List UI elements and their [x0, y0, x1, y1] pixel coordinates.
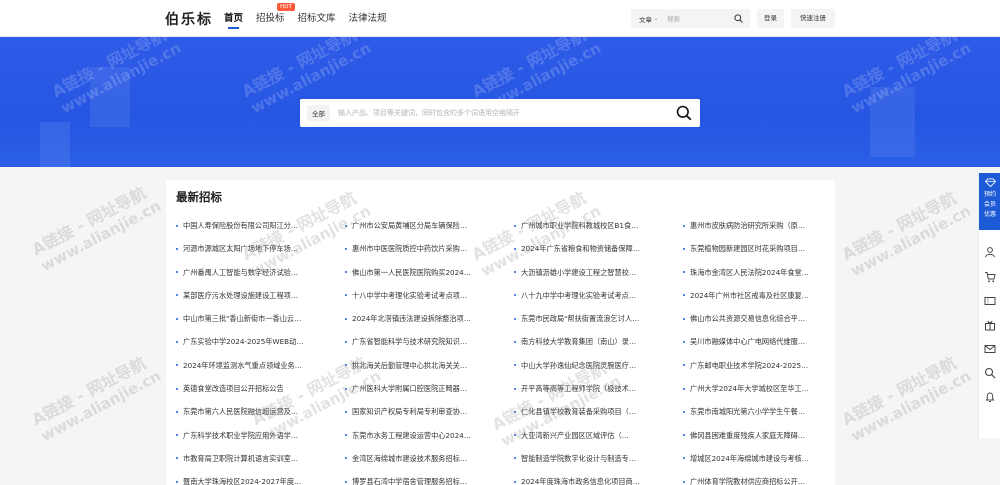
hero-banner: A链接 - 网址导航 www.alianjie.cn A链接 - 网址导航 www.…	[0, 37, 1000, 167]
bid-list-item[interactable]: 广东省智能科学与技术研究院知识…	[343, 330, 512, 353]
search-type-label: 文章	[639, 15, 652, 24]
bid-list-item[interactable]: 佛山市第一人民医院医院购买2024…	[343, 261, 512, 284]
bid-list-item[interactable]: 东莞市南城阳光第六小学学生午餐…	[681, 400, 834, 423]
nav-bidding-label: 招投标	[256, 13, 285, 24]
watermark: A链接 - 网址导航 www.alianjie.cn	[28, 353, 164, 446]
bid-list-item[interactable]: 广东邮电职业技术学院2024-2025…	[681, 354, 834, 377]
bid-list-item[interactable]: 佛山市公共资源交易信息化综合平…	[681, 307, 834, 330]
hero-decoration	[40, 122, 70, 167]
bid-list: 中国人寿保险股份有限公司阳江分… 广州市公安局黄埔区分局车辆保险… 广州城市职业学院…	[174, 214, 834, 485]
bid-list-item[interactable]: 博罗县石湾中学宿舍管理服务招标…	[343, 470, 512, 485]
vip-button[interactable]: 预约 会员 优惠	[979, 173, 1000, 230]
bid-list-item[interactable]: 开平高等高等工程师学院（极技术…	[512, 377, 681, 400]
bid-list-item[interactable]: 暨南大学珠海校区2024-2027年度…	[174, 470, 343, 485]
bid-list-item[interactable]: 十八中学中考理化实验考试考点项…	[343, 284, 512, 307]
hero-search-input[interactable]	[338, 109, 658, 117]
login-button[interactable]: 登录	[757, 9, 784, 28]
bid-list-item[interactable]: 八十九中学中考理化实验考试考点…	[512, 284, 681, 307]
watermark: A链接 - 网址导航 www.alianjie.cn	[838, 188, 974, 281]
bid-list-item[interactable]: 珠海市金湾区人民法院2024年食堂…	[681, 261, 834, 284]
vip-line: 会员	[983, 201, 996, 208]
header-search-input[interactable]	[667, 14, 727, 23]
bid-list-item[interactable]: 2024年北滘镇违法建设拆除整治项…	[343, 307, 512, 330]
bid-list-item[interactable]: 广州大学2024年大学城校区至华工…	[681, 377, 834, 400]
bid-list-item[interactable]: 广州医科大学附属口腔医院正畸器…	[343, 377, 512, 400]
section-title: 最新招标	[176, 190, 222, 204]
nav-laws[interactable]: 法律法规	[349, 0, 387, 37]
user-icon[interactable]	[984, 246, 996, 258]
header-search: 文章 ⌄	[631, 9, 750, 28]
bid-list-item[interactable]: 广州市公安局黄埔区分局车辆保险…	[343, 214, 512, 237]
floating-toolbar: 预约 会员 优惠	[978, 173, 1000, 438]
bid-list-item[interactable]: 2024年度珠海市政务信息化项目商…	[512, 470, 681, 485]
bid-list-item[interactable]: 智能制造学院数字化设计与制造专…	[512, 447, 681, 470]
bid-list-item[interactable]: 中山大学孙逸仙纪念医院灵腕医疗…	[512, 354, 681, 377]
bid-list-item[interactable]: 市教育局卫职院计算机语言实训室…	[174, 447, 343, 470]
main-nav: 首页 招投标 HOT 招标文库 法律法规	[224, 0, 400, 37]
mail-icon[interactable]	[984, 343, 996, 355]
bid-list-item[interactable]: 2024年广州市社区戒毒及社区康复…	[681, 284, 834, 307]
hero-decoration	[870, 87, 915, 157]
latest-bids-panel: 最新招标 中国人寿保险股份有限公司阳江分… 广州市公安局黄埔区分局车辆保险… 广州城…	[166, 180, 835, 485]
gift-icon[interactable]	[984, 319, 996, 331]
bid-list-item[interactable]: 国家知识产权局专利局专利审查协…	[343, 400, 512, 423]
bell-icon[interactable]	[984, 391, 996, 403]
bid-list-item[interactable]: 佛冈县困难重度残疾人家庭无障碍…	[681, 424, 834, 447]
diamond-icon	[984, 178, 996, 188]
bid-list-item[interactable]: 东莞市第六人民医院融信超运营及…	[174, 400, 343, 423]
bid-list-item[interactable]: 惠州市中医医院质控中药饮片采购…	[343, 237, 512, 260]
bid-list-item[interactable]: 广州城市职业学院科教城校区B1食…	[512, 214, 681, 237]
bid-list-item[interactable]: 东莞市民政局"帮扶街置流浪乞讨人…	[512, 307, 681, 330]
bid-list-item[interactable]: 仁化县镇学校教育装备采购项目（…	[512, 400, 681, 423]
search-icon[interactable]	[984, 367, 996, 379]
bid-list-item[interactable]: 2024年环境监测水气重点领域业务…	[174, 354, 343, 377]
watermark: A链接 - 网址导航 www.alianjie.cn	[28, 183, 164, 276]
nav-home[interactable]: 首页	[224, 0, 243, 37]
bid-list-item[interactable]: 大沥镇沥雄小学建设工程之智慧校…	[512, 261, 681, 284]
vip-line: 预约	[983, 191, 996, 198]
bid-list-item[interactable]: 广东科学技术职业学院应用外语学…	[174, 424, 343, 447]
search-icon[interactable]	[676, 105, 692, 121]
search-type-select[interactable]: 文章 ⌄	[631, 14, 667, 24]
bid-list-item[interactable]: 中国人寿保险股份有限公司阳江分…	[174, 214, 343, 237]
bid-list-item[interactable]: 惠州市皮肤病防治研究所采购（原…	[681, 214, 834, 237]
bid-list-item[interactable]: 增城区2024年海绵城市建设与考核…	[681, 447, 834, 470]
vip-line: 优惠	[983, 211, 996, 218]
bid-list-item[interactable]: 广州番禺人工智能与数字经济试验…	[174, 261, 343, 284]
ticket-icon[interactable]	[984, 295, 996, 307]
bid-list-item[interactable]: 金湾区海绵城市建设技术服务招标…	[343, 447, 512, 470]
hero-search-bar: 全部	[300, 99, 700, 127]
bid-list-item[interactable]: 广州体育学院教材供应商招标公开…	[681, 470, 834, 485]
bid-list-item[interactable]: 东莞植物园新建园区时花采购项目…	[681, 237, 834, 260]
register-button[interactable]: 快速注册	[791, 9, 835, 28]
cart-icon[interactable]	[984, 271, 996, 283]
bid-list-item[interactable]: 英德食堂改造项目公开招标公告	[174, 377, 343, 400]
search-category-tag[interactable]: 全部	[307, 105, 330, 121]
bid-list-item[interactable]: 东莞市水务工程建设运营中心2024…	[343, 424, 512, 447]
search-icon[interactable]	[734, 14, 743, 23]
bid-list-item[interactable]: 某部医疗污水处理设施建设工程项…	[174, 284, 343, 307]
hero-decoration	[90, 67, 130, 127]
bid-list-item[interactable]: 吴川市融媒体中心广电网络代维服…	[681, 330, 834, 353]
bid-list-item[interactable]: 大亚湾新兴产业园区区域评估（…	[512, 424, 681, 447]
bid-list-item[interactable]: 中山市第三批"香山新街市一香山云…	[174, 307, 343, 330]
nav-bidding[interactable]: 招投标 HOT	[256, 0, 295, 37]
bid-list-item[interactable]: 广东实验中学2024-2025年WEB动…	[174, 330, 343, 353]
bid-list-item[interactable]: 河源市源城区太阳广场地下停车场…	[174, 237, 343, 260]
hot-badge: HOT	[277, 3, 295, 11]
bid-list-item[interactable]: 拱北海关后勤管理中心拱北海关关…	[343, 354, 512, 377]
chevron-down-icon: ⌄	[654, 15, 659, 22]
top-header: 伯乐标 首页 招投标 HOT 招标文库 法律法规 文章 ⌄ 登录 快速注册	[0, 0, 1000, 37]
watermark: A链接 - 网址导航 www.alianjie.cn	[838, 353, 974, 446]
site-logo[interactable]: 伯乐标	[165, 9, 213, 29]
bid-list-item[interactable]: 南方科技大学教育集团（南山）录…	[512, 330, 681, 353]
bid-list-item[interactable]: 2024年广东省粮食和物资储备保障…	[512, 237, 681, 260]
nav-bid-library[interactable]: 招标文库	[298, 0, 336, 37]
